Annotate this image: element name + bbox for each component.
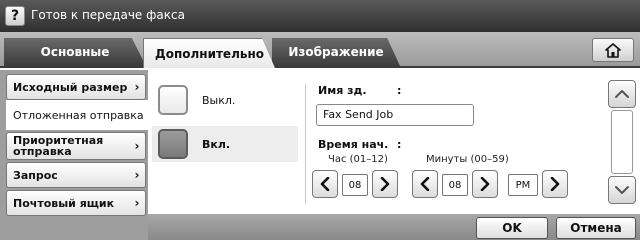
sidebar-item-mailbox[interactable]: Почтовый ящик › bbox=[6, 190, 146, 216]
home-icon bbox=[605, 42, 621, 58]
tab-basic[interactable]: Основные bbox=[4, 38, 146, 66]
option-on-label: Вкл. bbox=[202, 137, 231, 151]
sidebar-item-original-size[interactable]: Исходный размер › bbox=[6, 74, 146, 100]
sidebar-item-label: Приоритетная отправка bbox=[13, 134, 104, 158]
option-off-label: Выкл. bbox=[202, 93, 236, 107]
option-off[interactable]: Выкл. bbox=[152, 82, 298, 118]
sidebar-item-delayed-send[interactable]: Отложенная отправка bbox=[6, 100, 148, 130]
bottom-bar: OK Отмена bbox=[148, 214, 640, 240]
option-on[interactable]: Вкл. bbox=[152, 126, 298, 162]
chevron-left-icon bbox=[420, 177, 430, 191]
minute-decrease-button[interactable] bbox=[412, 170, 438, 198]
chevron-right-icon: › bbox=[134, 80, 140, 94]
status-title: Готов к передаче факса bbox=[31, 8, 185, 22]
chevron-right-icon: › bbox=[134, 196, 140, 210]
radio-off[interactable] bbox=[158, 85, 188, 115]
scrollbar-track[interactable] bbox=[611, 110, 633, 174]
chevron-up-icon bbox=[615, 90, 629, 98]
start-time-colon: : bbox=[397, 138, 402, 151]
chevron-right-icon bbox=[550, 177, 560, 191]
sidebar-item-label: Исходный размер bbox=[13, 80, 128, 94]
tab-bar: Основные Изображение Дополнительно bbox=[0, 32, 640, 68]
chevron-down-icon bbox=[615, 186, 629, 194]
minute-increase-button[interactable] bbox=[472, 170, 498, 198]
divider bbox=[305, 84, 306, 204]
scroll-down-button[interactable] bbox=[608, 176, 636, 204]
chevron-right-icon bbox=[380, 177, 390, 191]
hour-increase-button[interactable] bbox=[372, 170, 398, 198]
option-group: Выкл. Вкл. bbox=[148, 70, 298, 210]
sidebar-item-label: Запрос bbox=[13, 168, 58, 182]
sidebar: Исходный размер › Отложенная отправка Пр… bbox=[0, 70, 148, 240]
tab-image[interactable]: Изображение bbox=[272, 38, 400, 66]
hour-value: 08 bbox=[342, 174, 368, 196]
job-name-label: Имя зд. bbox=[318, 84, 367, 97]
chevron-right-icon bbox=[480, 177, 490, 191]
ok-button[interactable]: OK bbox=[476, 217, 548, 239]
help-button[interactable]: ? bbox=[5, 6, 25, 26]
tab-advanced[interactable]: Дополнительно bbox=[143, 38, 275, 68]
hour-label: Час (01–12) bbox=[328, 154, 388, 165]
job-name-colon: : bbox=[397, 84, 402, 97]
hour-decrease-button[interactable] bbox=[312, 170, 338, 198]
home-button[interactable] bbox=[592, 38, 634, 62]
start-time-label: Время нач. bbox=[318, 138, 389, 151]
minute-value: 08 bbox=[442, 174, 468, 196]
minute-label: Минуты (00–59) bbox=[426, 154, 509, 165]
sidebar-item-poll[interactable]: Запрос › bbox=[6, 162, 146, 188]
chevron-right-icon: › bbox=[134, 139, 140, 153]
scroll-up-button[interactable] bbox=[608, 80, 636, 108]
radio-on[interactable] bbox=[158, 129, 188, 159]
cancel-button[interactable]: Отмена bbox=[556, 217, 636, 239]
ampm-toggle-button[interactable] bbox=[542, 170, 568, 198]
sidebar-item-label: Отложенная отправка bbox=[13, 108, 144, 122]
title-bar: ? Готов к передаче факса bbox=[0, 0, 640, 32]
sidebar-item-priority-send[interactable]: Приоритетная отправка › bbox=[6, 132, 146, 160]
chevron-right-icon: › bbox=[134, 168, 140, 182]
job-name-input[interactable]: Fax Send Job bbox=[316, 104, 474, 126]
chevron-left-icon bbox=[320, 177, 330, 191]
ampm-value: PM bbox=[508, 174, 538, 196]
sidebar-item-label: Почтовый ящик bbox=[13, 196, 115, 210]
